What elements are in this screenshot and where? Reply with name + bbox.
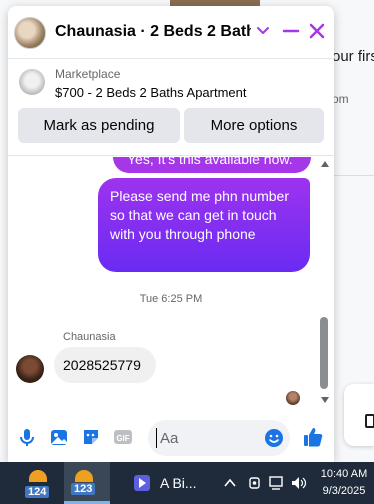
close-icon[interactable]: [308, 22, 326, 40]
scrollbar-thumb[interactable]: [320, 317, 328, 389]
avatar[interactable]: [16, 355, 44, 383]
chat-window: Chaunasia · 2 Beds 2 Baths... Marketplac…: [8, 6, 334, 462]
message-list: Yes, It's this available now. Please sen…: [8, 157, 334, 410]
listing-thumbnail[interactable]: [19, 69, 45, 95]
taskbar-clock[interactable]: 10:40 AM 9/3/2025: [318, 466, 370, 500]
chat-header[interactable]: Chaunasia · 2 Beds 2 Baths...: [8, 6, 334, 58]
background-text: our firs: [332, 48, 374, 65]
emoji-icon[interactable]: [264, 428, 284, 448]
photo-icon[interactable]: [48, 426, 70, 448]
gif-icon[interactable]: GIF: [112, 426, 134, 448]
network-icon[interactable]: [269, 476, 283, 490]
background-divider: [332, 175, 374, 176]
listing-source: Marketplace: [55, 67, 121, 81]
chat-title[interactable]: Chaunasia · 2 Beds 2 Baths...: [55, 23, 251, 41]
like-icon[interactable]: [302, 426, 324, 448]
clock-date: 9/3/2025: [322, 485, 366, 497]
volume-icon[interactable]: [292, 477, 307, 489]
taskbar-weather-widget-active[interactable]: 123: [64, 462, 110, 504]
weather-badge: 123: [71, 483, 96, 495]
mark-as-pending-button[interactable]: Mark as pending: [18, 108, 180, 143]
scroll-down-icon[interactable]: [321, 397, 329, 403]
chevron-down-icon[interactable]: [256, 22, 270, 40]
text-caret: [156, 428, 157, 448]
media-player-icon: [134, 475, 150, 491]
incoming-message: 2028525779: [54, 347, 156, 383]
weather-icon: [29, 470, 47, 482]
listing-banner: Marketplace $700 - 2 Beds 2 Baths Apartm…: [8, 58, 334, 156]
taskbar-weather-widget[interactable]: 124: [18, 462, 58, 504]
more-options-button[interactable]: More options: [184, 108, 324, 143]
gif-label: GIF: [116, 434, 129, 443]
outgoing-message: Please send me phn number so that we can…: [98, 178, 310, 272]
listing-title[interactable]: $700 - 2 Beds 2 Baths Apartment: [55, 85, 247, 100]
scroll-up-icon[interactable]: [321, 161, 329, 167]
minimize-icon[interactable]: [282, 22, 300, 40]
weather-icon: [75, 470, 93, 482]
clock-time: 10:40 AM: [320, 468, 368, 480]
microphone-icon[interactable]: [16, 426, 38, 448]
message-composer: GIF Aa: [8, 410, 334, 462]
background-text-secondary: om: [332, 92, 349, 106]
tray-chevron-icon[interactable]: [224, 478, 236, 487]
message-input-placeholder: Aa: [160, 429, 179, 447]
avatar[interactable]: [14, 17, 46, 49]
taskbar-app-label: A Bi...: [160, 475, 197, 491]
seen-indicator-avatar: [286, 391, 300, 405]
sticker-icon[interactable]: [80, 426, 102, 448]
outgoing-message: Yes, It's this available now.: [113, 157, 311, 173]
message-timestamp: Tue 6:25 PM: [139, 293, 203, 305]
taskbar-app-button[interactable]: A Bi...: [128, 462, 198, 504]
camera-icon[interactable]: [249, 477, 260, 489]
sender-name: Chaunasia: [63, 331, 116, 343]
taskbar: 124 123 A Bi... 10:40 AM 9/3/2025: [0, 462, 374, 504]
compose-icon[interactable]: [365, 414, 374, 428]
weather-badge: 124: [25, 486, 50, 498]
